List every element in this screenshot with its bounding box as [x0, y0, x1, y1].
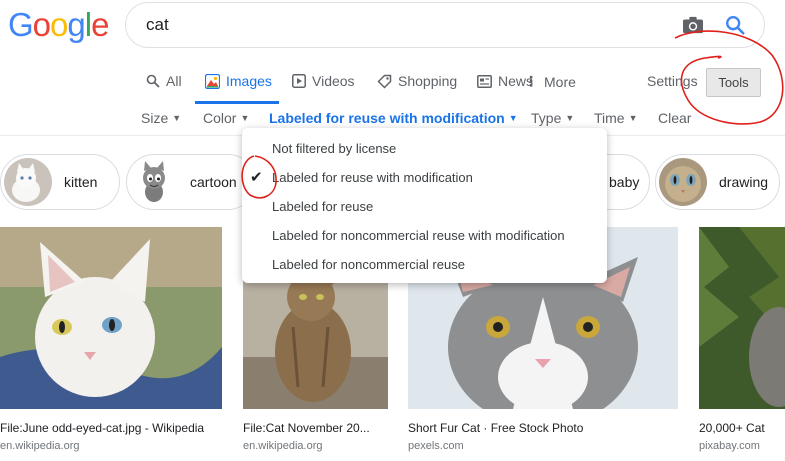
menu-item-reuse-with-modification[interactable]: Labeled for reuse with modification — [272, 170, 473, 185]
result-source: pexels.com — [408, 440, 464, 452]
news-icon — [477, 74, 492, 88]
filter-type[interactable]: Type ▼ — [531, 110, 574, 126]
tab-shopping[interactable]: Shopping — [377, 73, 457, 89]
chip-thumbnail — [4, 158, 52, 206]
search-input[interactable]: cat — [146, 15, 169, 35]
chip-label: drawing — [719, 174, 769, 190]
chip-kitten[interactable]: kitten — [0, 154, 120, 210]
search-tabs: All Images Videos Shopping News ⋮ More S… — [0, 64, 785, 104]
logo-letter: G — [8, 6, 34, 43]
caret-down-icon: ▼ — [565, 113, 575, 123]
filter-type-label: Type — [531, 110, 562, 126]
search-icon[interactable] — [724, 14, 746, 36]
tag-icon — [377, 74, 392, 89]
result-title[interactable]: File:June odd-eyed-cat.jpg - Wikipedia — [0, 421, 222, 435]
filter-time[interactable]: Time ▼ — [594, 110, 638, 126]
caret-down-icon: ▼ — [240, 113, 250, 123]
image-result[interactable]: 20,000+ Cat pixabay.com — [699, 227, 785, 452]
result-title[interactable]: 20,000+ Cat — [699, 421, 785, 435]
chip-thumbnail — [130, 158, 178, 206]
tab-all[interactable]: All — [146, 73, 182, 89]
tab-more[interactable]: ⋮ More — [524, 73, 576, 90]
result-thumbnail — [0, 227, 222, 409]
menu-item-noncommercial-reuse[interactable]: Labeled for noncommercial reuse — [272, 257, 465, 272]
result-source: pixabay.com — [699, 440, 760, 452]
menu-item-reuse[interactable]: Labeled for reuse — [272, 199, 373, 214]
filter-color-label: Color — [203, 110, 237, 126]
more-vert-icon: ⋮ — [524, 73, 538, 89]
tab-videos[interactable]: Videos — [292, 73, 355, 89]
chip-label: baby — [609, 174, 640, 190]
tools-button[interactable]: Tools — [706, 68, 761, 97]
tab-videos-label: Videos — [312, 73, 355, 89]
settings-link[interactable]: Settings — [647, 73, 698, 89]
filter-clear[interactable]: Clear — [658, 110, 691, 126]
caret-down-icon: ▼ — [508, 113, 518, 123]
menu-item-not-filtered[interactable]: Not filtered by license — [272, 141, 396, 156]
image-icon — [205, 73, 220, 89]
chip-label: cartoon — [190, 174, 237, 190]
logo-letter: e — [91, 6, 109, 43]
filter-usage-rights-label: Labeled for reuse with modification — [269, 110, 505, 126]
video-icon — [292, 74, 306, 88]
caret-down-icon: ▼ — [172, 113, 182, 123]
filter-color[interactable]: Color ▼ — [203, 110, 249, 126]
google-logo[interactable]: Google — [8, 6, 109, 44]
tab-more-label: More — [544, 73, 576, 90]
settings-label: Settings — [647, 73, 698, 89]
search-box[interactable]: cat — [125, 2, 765, 48]
chip-thumbnail — [659, 158, 707, 206]
result-source: en.wikipedia.org — [0, 440, 80, 452]
result-title[interactable]: File:Cat November 20... — [243, 421, 388, 435]
tab-images-label: Images — [226, 73, 272, 89]
menu-item-noncommercial-reuse-with-modification[interactable]: Labeled for noncommercial reuse with mod… — [272, 228, 565, 243]
filter-size[interactable]: Size ▼ — [141, 110, 181, 126]
result-source: en.wikipedia.org — [243, 440, 323, 452]
checkmark-icon: ✔ — [250, 169, 263, 186]
logo-letter: g — [67, 6, 85, 43]
logo-letter: o — [50, 6, 68, 43]
camera-icon[interactable] — [682, 15, 704, 35]
chip-cartoon[interactable]: cartoon — [126, 154, 256, 210]
result-thumbnail — [699, 227, 785, 409]
tab-images[interactable]: Images — [205, 73, 272, 89]
caret-down-icon: ▼ — [628, 113, 638, 123]
image-result[interactable]: File:June odd-eyed-cat.jpg - Wikipedia e… — [0, 227, 222, 452]
active-tab-indicator — [195, 101, 279, 104]
filter-usage-rights[interactable]: Labeled for reuse with modification ▼ — [269, 110, 518, 126]
chip-label: kitten — [64, 174, 98, 190]
filter-time-label: Time — [594, 110, 625, 126]
result-title[interactable]: Short Fur Cat · Free Stock Photo — [408, 421, 678, 435]
tab-shopping-label: Shopping — [398, 73, 458, 89]
filter-size-label: Size — [141, 110, 169, 126]
search-icon — [146, 74, 160, 88]
logo-letter: o — [32, 6, 51, 43]
tab-all-label: All — [166, 73, 182, 89]
usage-rights-menu: Not filtered by license ✔ Labeled for re… — [242, 128, 607, 283]
filter-clear-label: Clear — [658, 110, 692, 126]
chip-drawing[interactable]: drawing — [655, 154, 780, 210]
